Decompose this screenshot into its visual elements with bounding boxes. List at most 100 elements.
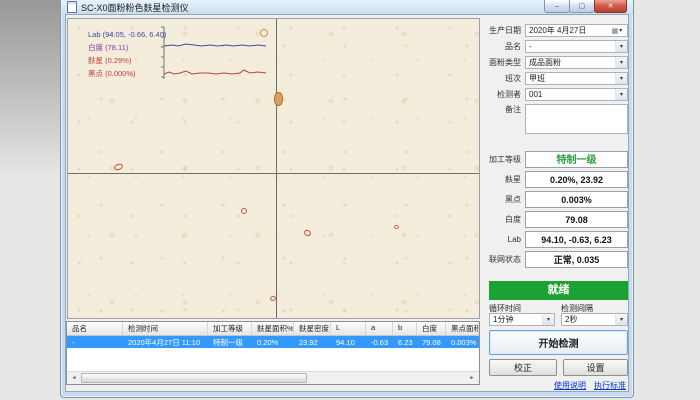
column-header[interactable]: 加工等级 <box>208 322 252 335</box>
cell-blackspot-area: 0.003% <box>446 337 479 347</box>
horizontal-scrollbar[interactable]: ◄ ► <box>67 371 479 384</box>
cell-b: 6.23 <box>393 337 417 347</box>
chevron-down-icon[interactable]: ▾ <box>615 57 627 68</box>
chevron-down-icon[interactable]: ▾ <box>615 41 627 52</box>
column-header[interactable]: 麸星密度 <box>294 322 331 335</box>
inspector-select[interactable]: 001 ▾ <box>525 88 628 101</box>
history-table: 品名 检测时间 加工等级 麸星面积% 麸星密度 L a b 白度 黑点面积% -… <box>66 321 480 385</box>
control-panel: 生产日期 2020年 4月27日 ▦▾ 品名 - ▾ <box>485 24 628 391</box>
grade-value: 特制一级 <box>525 151 628 168</box>
desktop-background <box>0 0 60 400</box>
cell-bran-density: 23.92 <box>294 337 331 347</box>
client-area: Lab (94.05, -0.66, 6.40) 白度 (78.11) 麸星 (… <box>65 14 629 392</box>
maximize-button[interactable]: ▢ <box>569 0 595 13</box>
product-name-select[interactable]: - ▾ <box>525 40 628 53</box>
result-label: Lab <box>485 235 525 244</box>
result-label: 加工等级 <box>485 154 525 165</box>
result-label: 联网状态 <box>485 254 525 265</box>
close-icon: ✕ <box>608 2 614 10</box>
maximize-icon: ▢ <box>579 2 586 10</box>
blackspot-value: 0.003% <box>525 191 628 208</box>
chevron-down-icon[interactable]: ▾ <box>542 314 554 325</box>
title-bar: SC-X0面粉粉色麸星检测仪 – ▢ ✕ <box>61 0 633 14</box>
legend-lab: Lab (94.05, -0.66, 6.40) <box>88 28 166 41</box>
result-label: 白度 <box>485 214 525 225</box>
cell-grade: 特制一级 <box>208 336 252 348</box>
app-window: SC-X0面粉粉色麸星检测仪 – ▢ ✕ Lab (94.05, -0.66, … <box>60 0 634 398</box>
column-header[interactable]: 白度 <box>417 322 446 335</box>
network-status-value: 正常, 0.035 <box>525 251 628 268</box>
status-banner: 就绪 <box>489 281 628 300</box>
column-header[interactable]: 检测时间 <box>123 322 208 335</box>
field-label: 班次 <box>485 73 525 84</box>
start-detection-button[interactable]: 开始检测 <box>489 330 628 355</box>
bran-value: 0.20%, 23.92 <box>525 171 628 188</box>
window-title: SC-X0面粉粉色麸星检测仪 <box>81 1 189 14</box>
notes-textarea[interactable] <box>525 104 628 134</box>
cell-whiteness: 79.08 <box>417 337 446 347</box>
table-header: 品名 检测时间 加工等级 麸星面积% 麸星密度 L a b 白度 黑点面积% <box>67 322 479 336</box>
cell-bran-area: 0.20% <box>252 337 294 347</box>
desktop: SC-X0面粉粉色麸星检测仪 – ▢ ✕ Lab (94.05, -0.66, … <box>0 0 700 400</box>
whiteness-value: 79.08 <box>525 211 628 228</box>
chevron-down-icon[interactable]: ▾ <box>615 314 627 325</box>
trend-legend: Lab (94.05, -0.66, 6.40) 白度 (78.11) 麸星 (… <box>88 28 166 80</box>
column-header[interactable]: b <box>393 322 417 335</box>
column-header[interactable]: 品名 <box>67 322 123 335</box>
result-label: 黑点 <box>485 194 525 205</box>
bran-speck <box>274 92 283 106</box>
field-label: 品名 <box>485 41 525 52</box>
result-label: 麸星 <box>485 174 525 185</box>
field-label: 备注 <box>485 104 525 115</box>
standard-link[interactable]: 执行标准 <box>594 380 626 391</box>
field-label: 面粉类型 <box>485 57 525 68</box>
legend-bran: 麸星 (0.29%) <box>88 54 166 67</box>
cell-l: 94.10 <box>331 337 366 347</box>
cell-product: - <box>67 337 123 347</box>
bran-speck <box>303 229 312 237</box>
cycle-time-select[interactable]: 1分钟 ▾ <box>489 313 555 326</box>
column-header[interactable]: L <box>331 322 366 335</box>
cell-a: -0.63 <box>366 337 393 347</box>
scrollbar-thumb[interactable] <box>81 373 307 383</box>
crosshair-vertical <box>276 19 277 318</box>
production-date-input[interactable]: 2020年 4月27日 ▦▾ <box>525 24 628 37</box>
manual-link[interactable]: 使用说明 <box>554 380 586 391</box>
sample-image-view: Lab (94.05, -0.66, 6.40) 白度 (78.11) 麸星 (… <box>67 18 480 319</box>
flour-type-select[interactable]: 成品面粉 ▾ <box>525 56 628 69</box>
bran-speck <box>113 163 124 172</box>
column-header[interactable]: 麸星面积% <box>252 322 294 335</box>
chevron-down-icon[interactable]: ▾ <box>615 73 627 84</box>
window-controls: – ▢ ✕ <box>545 0 627 13</box>
legend-whiteness: 白度 (78.11) <box>88 41 166 54</box>
column-header[interactable]: a <box>366 322 393 335</box>
shift-select[interactable]: 甲班 ▾ <box>525 72 628 85</box>
column-header[interactable]: 黑点面积% <box>446 322 479 335</box>
field-label: 检测者 <box>485 89 525 100</box>
sample-info-form: 生产日期 2020年 4月27日 ▦▾ 品名 - ▾ <box>485 24 628 137</box>
bran-speck <box>260 29 268 37</box>
legend-blackspot: 黑点 (0.000%) <box>88 67 166 80</box>
detection-controls: 就绪 循环时间 检测间隔 1分钟 ▾ <box>485 281 628 391</box>
interval-select[interactable]: 2秒 ▾ <box>561 313 628 326</box>
field-label: 生产日期 <box>485 25 525 36</box>
bran-speck <box>394 225 399 229</box>
scroll-left-icon[interactable]: ◄ <box>68 373 80 383</box>
settings-button[interactable]: 设置 <box>563 359 628 376</box>
app-icon <box>67 1 77 13</box>
calibrate-button[interactable]: 校正 <box>489 359 557 376</box>
minimize-icon: – <box>555 3 559 10</box>
scroll-right-icon[interactable]: ► <box>466 373 478 383</box>
cell-time: 2020年4月27日 11:10 <box>123 336 208 348</box>
close-button[interactable]: ✕ <box>594 0 627 13</box>
trend-chart <box>156 25 272 89</box>
table-row[interactable]: - 2020年4月27日 11:10 特制一级 0.20% 23.92 94.1… <box>67 336 479 348</box>
results-panel: 加工等级 特制一级 麸星 0.20%, 23.92 黑点 0.003% 白度 7… <box>485 151 628 271</box>
bran-speck <box>241 208 247 214</box>
minimize-button[interactable]: – <box>544 0 570 13</box>
chevron-down-icon: ▾ <box>619 27 622 34</box>
chevron-down-icon[interactable]: ▾ <box>615 89 627 100</box>
calendar-icon: ▦ <box>612 27 619 35</box>
lab-value: 94.10, -0.63, 6.23 <box>525 231 628 248</box>
crosshair-horizontal <box>68 173 479 174</box>
